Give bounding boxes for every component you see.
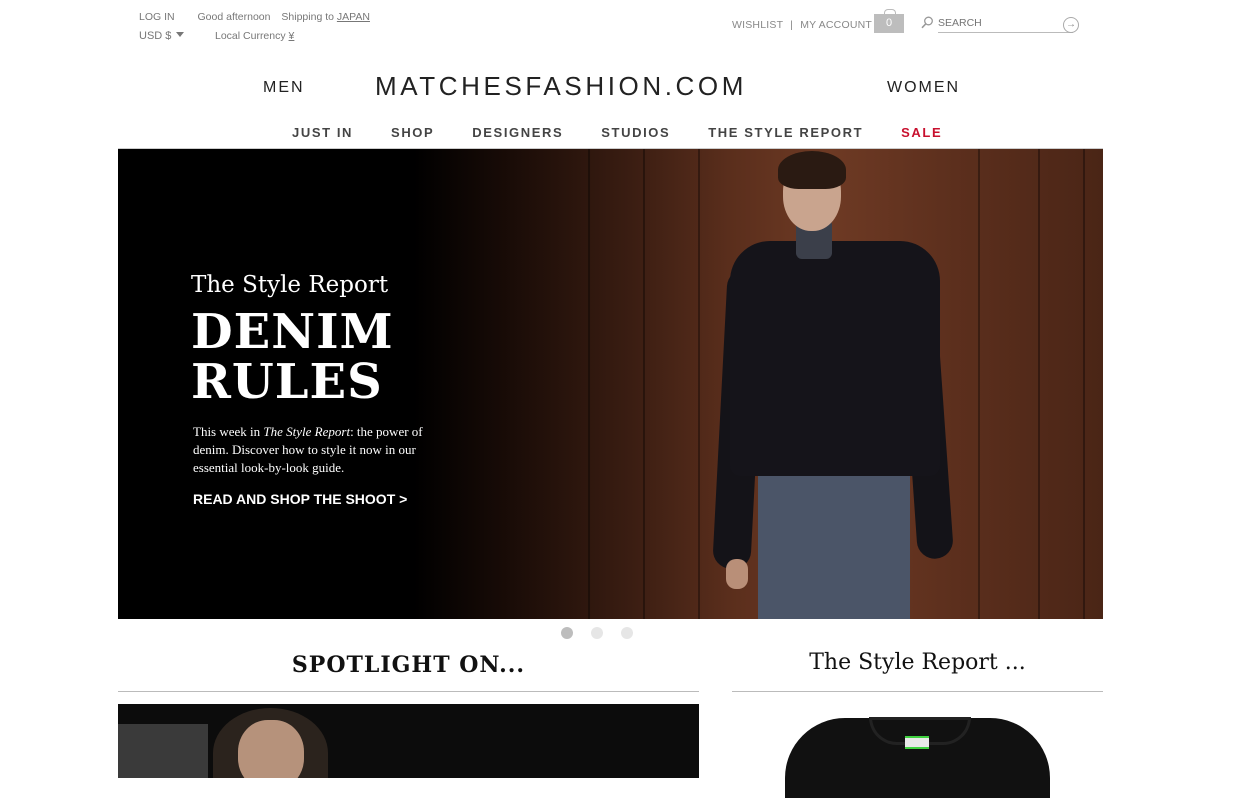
chevron-down-icon: [176, 32, 185, 37]
search-submit-button[interactable]: →: [1063, 17, 1079, 33]
hero-headline: DENIM RULES: [191, 307, 394, 407]
search-icon: [921, 16, 934, 34]
nav-item-style-report[interactable]: THE STYLE REPORT: [708, 125, 863, 140]
login-link[interactable]: LOG IN: [139, 11, 175, 23]
my-account-link[interactable]: MY ACCOUNT: [800, 19, 872, 31]
shipping-country-link[interactable]: JAPAN: [337, 11, 370, 23]
wood-plank-line: [643, 149, 645, 619]
read-and-shop-link[interactable]: READ AND SHOP THE SHOOT >: [193, 491, 407, 507]
section-divider: [118, 691, 699, 692]
search-input[interactable]: [938, 17, 1056, 29]
separator: |: [790, 19, 794, 31]
nav-item-sale[interactable]: SALE: [901, 125, 942, 140]
brand-tag: [905, 736, 929, 749]
women-link[interactable]: WOMEN: [887, 79, 960, 97]
local-currency-symbol[interactable]: ¥: [289, 30, 295, 42]
hero-copy: This week in The Style Report: the power…: [193, 423, 455, 477]
men-link[interactable]: MEN: [263, 79, 305, 97]
wood-plank-line: [1038, 149, 1040, 619]
background-figure: [118, 724, 208, 778]
headline-line-1: DENIM: [191, 304, 394, 360]
section-divider: [732, 691, 1103, 692]
shipping-label: Shipping to: [281, 11, 334, 23]
carousel-dots: [561, 627, 633, 639]
search-field: [938, 12, 1073, 33]
wishlist-link[interactable]: WISHLIST: [732, 19, 783, 31]
nav-item-just-in[interactable]: JUST IN: [292, 125, 353, 140]
wood-plank-line: [1083, 149, 1085, 619]
arrow-right-icon: →: [1066, 19, 1076, 30]
hero-banner[interactable]: The Style Report DENIM RULES This week i…: [118, 149, 1103, 619]
wood-plank-line: [978, 149, 980, 619]
copy-prefix: This week in: [193, 424, 261, 439]
local-currency[interactable]: Local Currency ¥: [215, 30, 294, 42]
style-report-label: The Style Report: [191, 272, 389, 298]
wood-plank-line: [698, 149, 700, 619]
account-links: WISHLIST | MY ACCOUNT: [732, 19, 872, 31]
headline-line-2: RULES: [191, 354, 383, 410]
carousel-dot[interactable]: [621, 627, 633, 639]
model-hand: [726, 559, 748, 589]
greeting-text: Good afternoon: [197, 11, 271, 23]
person-face: [238, 720, 304, 778]
utility-bar: LOG IN Good afternoon Shipping to JAPAN: [139, 11, 370, 23]
carousel-dot[interactable]: [591, 627, 603, 639]
model-jacket: [730, 241, 940, 476]
currency-selector[interactable]: USD $: [139, 30, 185, 42]
site-logo[interactable]: MATCHESFASHION.COM: [375, 71, 747, 102]
main-nav: JUST IN SHOP DESIGNERS STUDIOS THE STYLE…: [292, 125, 942, 140]
style-report-title: The Style Report ...: [809, 650, 1026, 675]
copy-italic: The Style Report: [263, 424, 351, 439]
nav-item-studios[interactable]: STUDIOS: [601, 125, 670, 140]
model-hair: [778, 151, 846, 189]
spotlight-title: SPOTLIGHT ON...: [291, 652, 526, 678]
nav-item-designers[interactable]: DESIGNERS: [472, 125, 563, 140]
carousel-dot[interactable]: [561, 627, 573, 639]
bag-count: 0: [885, 17, 893, 29]
wood-plank-line: [588, 149, 590, 619]
currency-value: USD $: [139, 30, 172, 42]
model-jeans: [758, 469, 910, 619]
shopping-bag-button[interactable]: 0: [874, 14, 904, 33]
local-currency-label: Local Currency: [215, 30, 286, 42]
nav-item-shop[interactable]: SHOP: [391, 125, 434, 140]
spotlight-image[interactable]: [118, 704, 699, 778]
